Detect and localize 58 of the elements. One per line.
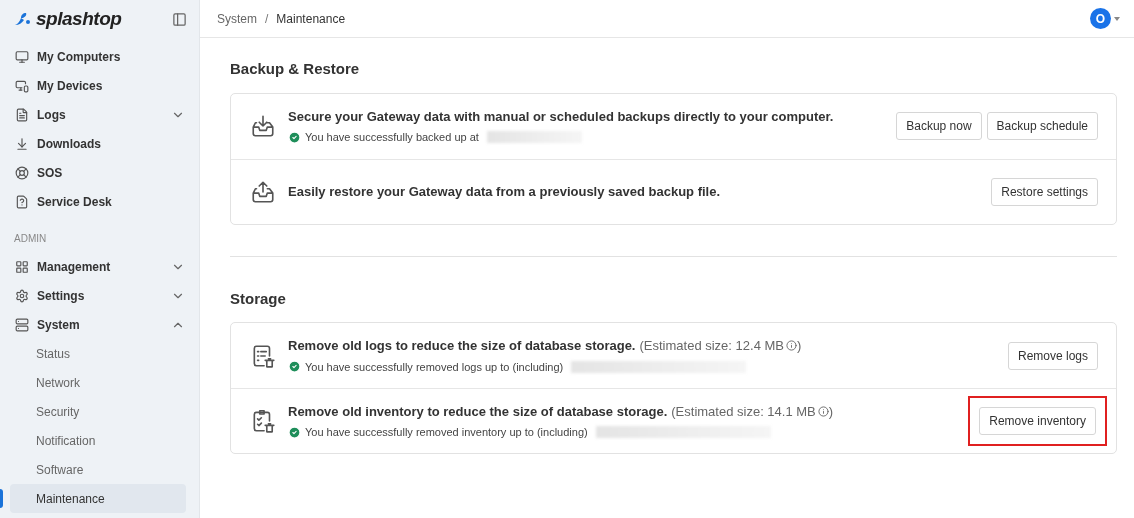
settings-icon	[15, 288, 29, 303]
sidebar-subitem[interactable]: Status	[10, 339, 186, 368]
closing-parenthesis: )	[828, 402, 834, 421]
success-icon	[288, 360, 301, 374]
sidebar-subitem[interactable]: Security	[10, 397, 186, 426]
sidebar-item[interactable]: Downloads	[0, 129, 199, 158]
sidebar-item[interactable]: Settings	[0, 281, 199, 310]
caret-icon	[1114, 16, 1120, 21]
logo-icon	[13, 11, 33, 27]
sidebar-subitem[interactable]: Maintenance	[10, 484, 186, 513]
status-message: You have successfully removed logs up to (including)	[305, 359, 564, 375]
status-message: You have successfully removed inventory up to (including)	[305, 425, 588, 440]
user-avatar[interactable]: O	[1090, 8, 1111, 29]
section-label: ADMIN	[14, 232, 47, 246]
grid-icon	[15, 259, 29, 274]
section-title: Storage	[230, 288, 287, 309]
document-icon	[15, 107, 29, 122]
document-icon	[15, 194, 29, 209]
action-button[interactable]: Remove inventory	[979, 407, 1096, 435]
logo-text: splashtop	[36, 6, 122, 31]
sidebar-subitem[interactable]: Network	[10, 368, 186, 397]
closing-parenthesis: )	[797, 337, 802, 355]
row-description: Easily restore your Gateway data from a previously saved backup file.	[288, 182, 721, 201]
tray-download-icon	[250, 113, 276, 139]
sidebar-subitem[interactable]: Software	[10, 455, 186, 484]
sidebar-item[interactable]: My Computers	[0, 42, 199, 71]
row-description: Remove old inventory to reduce the size of database storage.	[288, 402, 668, 421]
success-icon	[288, 425, 301, 439]
row-description: Secure your Gateway data with manual or scheduled backups directly to your computer.	[288, 107, 834, 126]
info-icon[interactable]	[786, 340, 797, 352]
action-button[interactable]: Remove logs	[1007, 341, 1098, 370]
breadcrumb-separator: /	[265, 10, 269, 28]
section-title: Backup & Restore	[230, 59, 361, 79]
sidebar-item[interactable]: My Devices	[0, 71, 199, 100]
sidebar-item[interactable]: SOS	[0, 158, 199, 187]
sidebar-item[interactable]: Service Desk	[0, 187, 199, 216]
sidebar-item[interactable]: Management	[0, 252, 199, 281]
breadcrumb-item: Maintenance	[276, 10, 346, 28]
success-icon	[288, 130, 301, 144]
sidebar-toggle-icon[interactable]	[172, 11, 187, 27]
server-icon	[15, 317, 29, 332]
estimated-size: (Estimated size: 14.1 MB	[671, 402, 816, 421]
sidebar-item[interactable]: System	[0, 310, 199, 339]
action-button[interactable]: Backup now	[896, 112, 982, 140]
lifebuoy-icon	[15, 165, 29, 180]
devices-icon	[15, 78, 29, 93]
monitor-icon	[15, 49, 29, 64]
breadcrumb-item[interactable]: System	[217, 9, 257, 28]
row-description: Remove old logs to reduce the size of database storage.	[288, 337, 636, 355]
sidebar-item[interactable]: Logs	[0, 100, 199, 129]
sidebar-subitem[interactable]: Notification	[10, 426, 186, 455]
info-icon[interactable]	[817, 405, 829, 417]
status-message: You have successfully backed up at	[305, 130, 479, 145]
download-icon	[15, 136, 29, 151]
action-button[interactable]: Backup schedule	[986, 112, 1098, 140]
estimated-size: (Estimated size: 12.4 MB	[639, 337, 784, 355]
selection-indicator	[0, 489, 3, 508]
action-button[interactable]: Restore settings	[991, 177, 1098, 206]
